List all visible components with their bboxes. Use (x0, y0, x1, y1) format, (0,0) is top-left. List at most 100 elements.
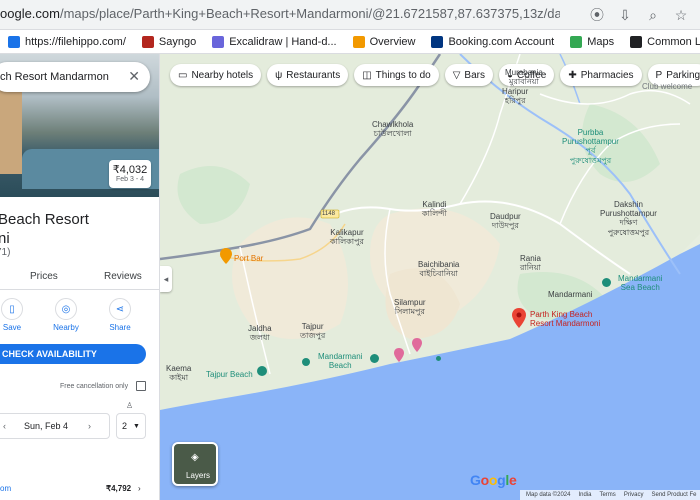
poi-dot-icon[interactable] (436, 356, 441, 361)
bookmark-item[interactable]: Maps (562, 30, 622, 53)
close-icon[interactable]: ✕ (128, 68, 140, 85)
map-label-silampur[interactable]: Silampur সিলামপুর (394, 298, 426, 316)
tab-prices[interactable]: Prices (30, 271, 58, 282)
location-icon[interactable]: ⦿ (586, 4, 608, 26)
map-label-parth-king-resort[interactable]: Parth King Beach Resort Mandarmoni (530, 310, 600, 328)
person-icon: ♙ (126, 401, 134, 410)
install-icon[interactable]: ⇩ (614, 4, 636, 26)
map-label-port-bar[interactable]: Port Bar (234, 254, 263, 263)
nearby-button[interactable]: ◎ Nearby (48, 298, 84, 332)
map-label-murabania[interactable]: Murabania মুরাবনিয়া (505, 68, 543, 86)
save-button[interactable]: ▯ Save (0, 298, 30, 332)
chip-label: Bars (464, 69, 485, 81)
map-label-kalikapur[interactable]: Kalikapur কালিকাপুর (330, 228, 364, 246)
footer-link-terms[interactable]: Terms (599, 492, 615, 498)
beach-poi-icon[interactable] (370, 354, 379, 363)
parking-icon: P (655, 69, 663, 81)
free-cancel-checkbox[interactable] (136, 381, 146, 391)
share-button[interactable]: ⋖ Share (102, 298, 138, 332)
chip-label: Parking (666, 69, 700, 81)
guests-value: 2 (122, 421, 128, 431)
road-number-label: 1148 (322, 211, 335, 217)
map-label-mandarmani[interactable]: Mandarmani (548, 290, 592, 299)
bar-pin-icon[interactable] (220, 248, 232, 264)
map-footer: Map data ©2024 India Terms Privacy Send … (520, 490, 700, 500)
price-badge[interactable]: ₹4,032 Feb 3 - 4 (109, 160, 151, 188)
grid-icon (8, 35, 20, 48)
next-date-icon[interactable]: › (88, 421, 91, 431)
map-label-mandarmani-sea-beach[interactable]: Mandarmani Sea Beach (618, 274, 662, 292)
bookmark-item[interactable]: Overview (345, 30, 424, 53)
zoom-icon[interactable]: ⌕ (642, 4, 664, 26)
search-input[interactable]: ch Resort Mandarmon ✕ (0, 62, 150, 92)
title-line-2: ni (0, 230, 10, 247)
map-label-haripur[interactable]: Haripur হরিপুর (502, 87, 528, 105)
map-label-club[interactable]: Club welcome (642, 82, 692, 91)
map-label-chawlkhola[interactable]: Chawlkhola চাউলখোলা (372, 120, 413, 138)
map-label-kalindi[interactable]: Kalindi কালিন্দী (422, 200, 447, 218)
chip-restaurants[interactable]: ψ Restaurants (267, 64, 349, 86)
selected-place-pin-icon[interactable] (512, 308, 526, 328)
title-line-1: Beach Resort (0, 211, 89, 228)
star-icon[interactable]: ☆ (670, 4, 692, 26)
pink-place-pin-icon[interactable] (394, 348, 404, 362)
bookmark-label: Common Login Page (647, 35, 700, 48)
bookmark-item[interactable]: Sayngo (134, 30, 204, 53)
pharmacy-icon: ✚ (568, 69, 577, 81)
footer-link-feedback[interactable]: Send Product Fe (651, 492, 696, 498)
map-label-daudpur[interactable]: Daudpur দাউদপুর (490, 212, 521, 230)
sayngo-icon (141, 35, 154, 48)
chip-bars[interactable]: ▽ Bars (444, 64, 493, 86)
map-label-mandarmani-beach[interactable]: Mandarmani Beach (318, 352, 362, 370)
beach-poi-icon[interactable] (302, 358, 310, 366)
chip-label: Nearby hotels (191, 69, 254, 81)
map-label-purba-purushottampur[interactable]: Purbba Purushottampur পূর্ব পুরুষোত্তমপু… (562, 128, 619, 165)
map-label-tajpur-beach[interactable]: Tajpur Beach (206, 370, 253, 379)
chip-things-to-do[interactable]: ◫ Things to do (354, 64, 439, 86)
map-label-kaema[interactable]: Kaema কাইমা (166, 364, 191, 382)
camera-icon: ◫ (362, 69, 372, 81)
map-label-baichibania[interactable]: Baichibania বাইচিবানিয়া (418, 260, 459, 278)
map-label-tajpur[interactable]: Tajpur তাজপুর (300, 322, 325, 340)
chip-pharmacies[interactable]: ✚ Pharmacies (560, 64, 642, 86)
pink-place-pin-icon[interactable] (412, 338, 422, 352)
bookmark-item[interactable]: Common Login Page (622, 30, 700, 53)
map-canvas[interactable]: ▭ Nearby hotels ψ Restaurants ◫ Things to do ▽… (160, 54, 700, 500)
chevron-left-icon: ◂ (163, 273, 169, 284)
checkout-date-field[interactable]: ‹ Sun, Feb 4 › (0, 413, 110, 439)
offer-link[interactable]: om (0, 484, 11, 493)
check-availability-button[interactable]: CHECK AVAILABILITY (0, 344, 146, 364)
layers-button[interactable]: ◈ Layers (172, 442, 218, 486)
bookmark-label: Sayngo (158, 35, 197, 48)
bookmark-item[interactable]: https://filehippo.com/ (0, 30, 134, 53)
bookmark-label: Excalidraw | Hand-d... (229, 35, 337, 48)
bookmark-item[interactable]: Booking.com Account (423, 30, 562, 53)
footer-link-india[interactable]: India (578, 492, 591, 498)
beach-poi-icon[interactable] (602, 278, 611, 287)
chip-nearby-hotels[interactable]: ▭ Nearby hotels (170, 64, 262, 86)
bookmark-label: https://filehippo.com/ (25, 35, 126, 48)
bookmark-label: Maps (587, 35, 615, 48)
url-host: oogle.com (0, 6, 60, 21)
share-icon: ⋖ (109, 298, 131, 320)
layers-label: Layers (186, 471, 211, 480)
map-label-dakshin-purushottampur[interactable]: Dakshin Purushottampur দক্ষিণ পুরুষোত্তম… (600, 200, 657, 237)
layers-icon: ◈ (191, 452, 199, 463)
guests-select[interactable]: 2 ▼ (116, 413, 146, 439)
free-cancel-label: Free cancellation only (60, 383, 129, 390)
tab-reviews[interactable]: Reviews (104, 271, 142, 282)
beach-poi-icon[interactable] (257, 366, 267, 376)
rating-count: 71) (0, 247, 11, 258)
map-label-jaldha[interactable]: Jaldha জলধা (248, 324, 272, 342)
url-text[interactable]: oogle.com/maps/place/Parth+King+Beach+Re… (0, 6, 560, 21)
footer-link-privacy[interactable]: Privacy (624, 492, 644, 498)
collapse-panel-button[interactable]: ◂ (160, 266, 172, 292)
prev-date-icon[interactable]: ‹ (3, 421, 6, 431)
share-label: Share (109, 323, 131, 332)
bookmarks-bar: https://filehippo.com/Sayngo Excalidraw |… (0, 30, 700, 54)
search-value: ch Resort Mandarmon (0, 71, 109, 83)
action-buttons: ▯ Save ◎ Nearby ⋖ Share (0, 298, 159, 338)
bookmark-item[interactable]: Excalidraw | Hand-d... (204, 30, 344, 53)
map-label-rania[interactable]: Rania রানিয়া (520, 254, 541, 272)
browser-address-bar[interactable]: oogle.com/maps/place/Parth+King+Beach+Re… (0, 0, 700, 30)
